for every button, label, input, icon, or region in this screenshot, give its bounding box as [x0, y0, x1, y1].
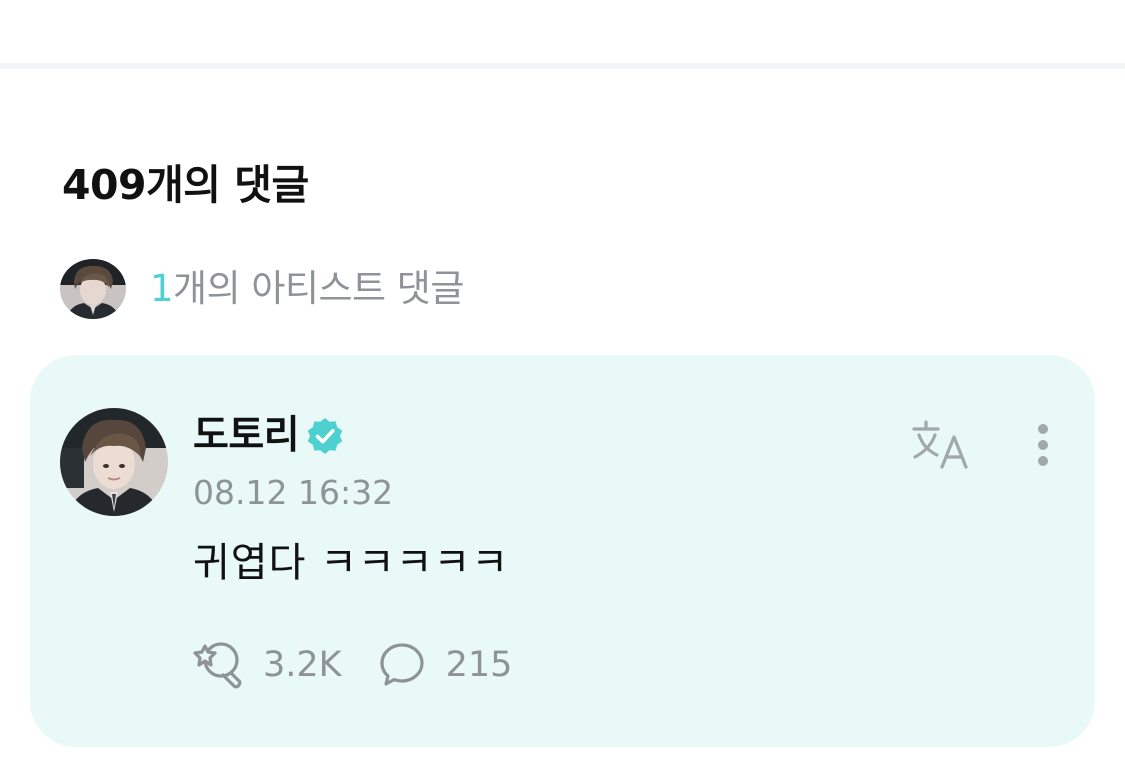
more-vertical-icon	[1038, 424, 1048, 466]
artist-comments-link[interactable]: 1개의 아티스트 댓글	[60, 258, 464, 320]
comment-author-row: 도토리	[193, 413, 345, 459]
reply-bubble-icon	[380, 643, 424, 686]
comment-author-avatar[interactable]	[60, 408, 168, 516]
reply-button[interactable]: 215	[378, 641, 513, 689]
section-divider	[0, 63, 1125, 69]
comment-timestamp: 08.12 16:32	[193, 473, 394, 512]
artist-comments-count: 1	[150, 267, 174, 310]
artist-comments-label: 1개의 아티스트 댓글	[150, 267, 464, 311]
comment-author-name[interactable]: 도토리	[193, 413, 300, 459]
comment-actions: 3.2K 215	[193, 639, 512, 691]
artist-comments-text: 개의 아티스트 댓글	[173, 267, 464, 310]
comment-text: 귀엽다 ㅋㅋㅋㅋㅋ	[193, 540, 510, 586]
translate-icon	[912, 420, 968, 469]
cheer-like-icon	[193, 642, 242, 689]
comments-page: 409개의 댓글 1개의 아티스트 댓글 도토리 08.12 16:32 귀엽다…	[0, 0, 1125, 774]
more-options-button[interactable]	[1026, 419, 1060, 471]
verified-badge-icon	[307, 418, 343, 454]
like-count: 3.2K	[263, 645, 342, 685]
reply-count: 215	[445, 645, 513, 685]
comments-count-title: 409개의 댓글	[62, 161, 309, 209]
artist-avatar	[60, 259, 126, 319]
like-button[interactable]: 3.2K	[193, 640, 342, 690]
artist-comment-card: 도토리 08.12 16:32 귀엽다 ㅋㅋㅋㅋㅋ 3.2K 215	[30, 355, 1095, 747]
translate-button[interactable]	[910, 419, 974, 471]
